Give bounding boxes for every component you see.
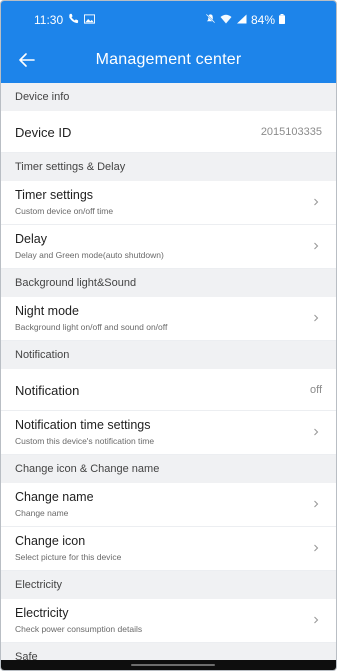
- settings-list: Device info Device ID 2015103335 Timer s…: [1, 83, 336, 670]
- notification-value: off: [309, 384, 322, 396]
- chevron-right-icon: [314, 198, 319, 206]
- timer-settings-subtitle: Custom device on/off time: [15, 206, 114, 216]
- change-name-title: Change name: [15, 490, 94, 504]
- app-bar: Management center: [1, 37, 336, 83]
- chevron-right-icon: [314, 500, 319, 508]
- notification-time-title: Notification time settings: [15, 418, 151, 432]
- section-timer: Timer settings & Delay: [1, 153, 336, 181]
- section-device-info: Device info: [1, 83, 336, 111]
- change-name-subtitle: Change name: [15, 508, 69, 518]
- chevron-right-icon: [314, 242, 319, 250]
- status-bar: 11:30 84%: [1, 1, 336, 37]
- timer-settings-title: Timer settings: [15, 188, 94, 202]
- night-mode-title: Night mode: [15, 304, 79, 318]
- row-night-mode[interactable]: Night mode Background light on/off and s…: [1, 297, 336, 341]
- silent-icon: [205, 13, 216, 27]
- section-change: Change icon & Change name: [1, 455, 336, 483]
- change-icon-title: Change icon: [15, 534, 86, 548]
- status-time: 11:30: [34, 13, 64, 27]
- app-frame: 11:30 84% Management center Device info …: [0, 0, 337, 671]
- navigation-bar: [1, 660, 336, 670]
- device-id-label: Device ID: [15, 125, 72, 140]
- row-device-id: Device ID 2015103335: [1, 111, 336, 153]
- row-change-icon[interactable]: Change icon Select picture for this devi…: [1, 527, 336, 571]
- delay-subtitle: Delay and Green mode(auto shutdown): [15, 250, 164, 260]
- row-delay[interactable]: Delay Delay and Green mode(auto shutdown…: [1, 225, 336, 269]
- night-mode-subtitle: Background light on/off and sound on/off: [15, 322, 168, 332]
- row-change-name[interactable]: Change name Change name: [1, 483, 336, 527]
- device-id-value: 2015103335: [260, 126, 322, 138]
- page-title: Management center: [95, 51, 242, 68]
- image-icon: [84, 13, 96, 27]
- row-notification-time[interactable]: Notification time settings Custom this d…: [1, 411, 336, 455]
- row-notification[interactable]: Notification off: [1, 369, 336, 411]
- notification-title: Notification: [15, 383, 80, 398]
- electricity-title: Electricity: [15, 606, 69, 620]
- section-electricity: Electricity: [1, 571, 336, 599]
- row-timer-settings[interactable]: Timer settings Custom device on/off time: [1, 181, 336, 225]
- chevron-right-icon: [314, 544, 319, 552]
- delay-title: Delay: [15, 232, 47, 246]
- notification-time-subtitle: Custom this device's notification time: [15, 436, 155, 446]
- row-electricity[interactable]: Electricity Check power consumption deta…: [1, 599, 336, 643]
- chevron-right-icon: [314, 314, 319, 322]
- change-icon-subtitle: Select picture for this device: [15, 552, 122, 562]
- battery-icon: [279, 13, 286, 27]
- section-notification: Notification: [1, 341, 336, 369]
- chevron-right-icon: [314, 616, 319, 624]
- signal-icon: [236, 13, 247, 27]
- status-right: 84%: [205, 13, 286, 27]
- battery-text: 84%: [251, 13, 276, 27]
- call-icon: [68, 13, 79, 27]
- home-indicator[interactable]: [131, 664, 215, 666]
- section-background: Background light&Sound: [1, 269, 336, 297]
- electricity-subtitle: Check power consumption details: [15, 624, 143, 634]
- wifi-icon: [220, 13, 232, 27]
- status-left: 11:30: [34, 13, 96, 27]
- chevron-right-icon: [314, 428, 319, 436]
